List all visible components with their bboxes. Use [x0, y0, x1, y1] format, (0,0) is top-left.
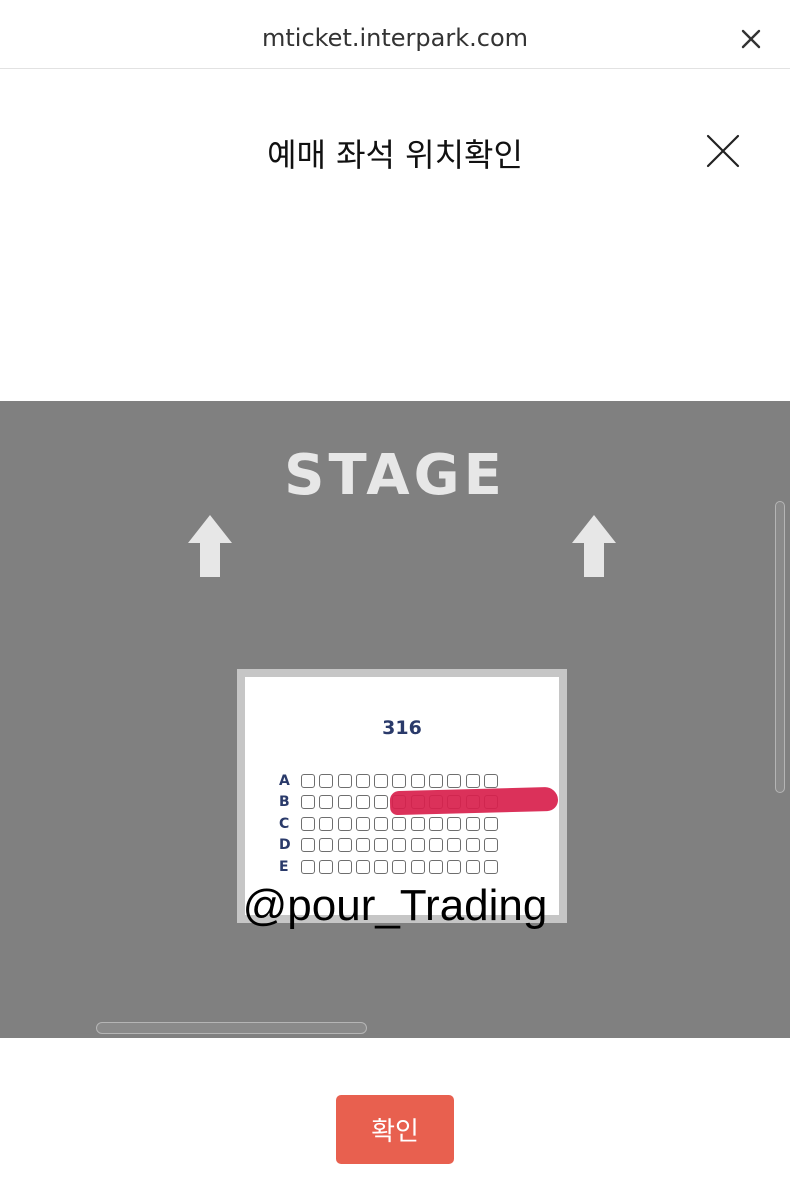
seat[interactable]	[429, 838, 444, 853]
seat[interactable]	[429, 859, 444, 874]
seat[interactable]	[337, 795, 352, 810]
seat[interactable]	[465, 816, 480, 831]
seat-row: E	[279, 856, 498, 878]
seat[interactable]	[410, 816, 425, 831]
browser-bar: mticket.interpark.com	[0, 0, 790, 69]
seat-group	[301, 816, 498, 831]
row-label: C	[279, 815, 290, 832]
seat[interactable]	[301, 773, 315, 788]
seat[interactable]	[319, 816, 334, 831]
seat[interactable]	[483, 773, 498, 788]
seat[interactable]	[374, 838, 389, 853]
seat-rows: ABCDE	[279, 770, 498, 878]
seat[interactable]	[355, 859, 370, 874]
confirm-button[interactable]: 확인	[336, 1095, 454, 1164]
arrow-up-icon	[186, 513, 234, 579]
seat[interactable]	[465, 773, 480, 788]
arrow-up-icon	[570, 513, 618, 579]
seat[interactable]	[483, 816, 498, 831]
seat[interactable]	[483, 838, 498, 853]
horizontal-scrollbar[interactable]	[96, 1022, 367, 1034]
seat[interactable]	[465, 859, 480, 874]
seat[interactable]	[465, 838, 480, 853]
seat-group	[301, 859, 498, 874]
seat[interactable]	[301, 795, 315, 810]
seat[interactable]	[410, 859, 425, 874]
seat[interactable]	[301, 838, 315, 853]
seat[interactable]	[429, 816, 444, 831]
modal-close-icon[interactable]	[700, 128, 746, 174]
seat[interactable]	[429, 773, 444, 788]
seat[interactable]	[337, 859, 352, 874]
seat[interactable]	[301, 816, 315, 831]
seat[interactable]	[447, 859, 462, 874]
seat[interactable]	[337, 816, 352, 831]
seat-row: C	[279, 813, 498, 835]
seat[interactable]	[447, 838, 462, 853]
seat[interactable]	[337, 773, 352, 788]
seat[interactable]	[355, 816, 370, 831]
row-label: E	[279, 858, 289, 875]
browser-close-icon[interactable]	[736, 24, 766, 54]
seat[interactable]	[319, 795, 334, 810]
seat[interactable]	[374, 816, 389, 831]
vertical-scrollbar[interactable]	[775, 501, 785, 793]
seat[interactable]	[319, 838, 334, 853]
seat[interactable]	[374, 773, 389, 788]
seat[interactable]	[301, 859, 315, 874]
seat[interactable]	[447, 773, 462, 788]
seat[interactable]	[337, 838, 352, 853]
browser-url[interactable]: mticket.interpark.com	[0, 24, 790, 52]
modal-title: 예매 좌석 위치확인	[267, 136, 523, 174]
seat-group	[301, 773, 498, 788]
seat[interactable]	[392, 838, 407, 853]
redaction-mark	[389, 786, 559, 816]
seat[interactable]	[355, 795, 370, 810]
watermark-text: @pour_Trading	[242, 881, 548, 930]
seat-map[interactable]: STAGE 316 ABCDE @pour_Trading	[0, 401, 790, 1038]
seat-row: D	[279, 835, 498, 857]
seat[interactable]	[355, 773, 370, 788]
seat[interactable]	[410, 773, 425, 788]
seat-group	[301, 838, 498, 853]
row-label: D	[279, 837, 291, 854]
seat[interactable]	[374, 859, 389, 874]
seat[interactable]	[392, 816, 407, 831]
stage-label: STAGE	[284, 443, 506, 508]
section-number: 316	[382, 717, 422, 739]
seat[interactable]	[319, 859, 334, 874]
seat[interactable]	[392, 859, 407, 874]
seat[interactable]	[392, 773, 407, 788]
seat[interactable]	[410, 838, 425, 853]
seat[interactable]	[319, 773, 334, 788]
seat[interactable]	[355, 838, 370, 853]
seat[interactable]	[483, 859, 498, 874]
seat[interactable]	[374, 795, 389, 810]
row-label: B	[279, 794, 290, 811]
row-label: A	[279, 772, 290, 789]
seat[interactable]	[447, 816, 462, 831]
